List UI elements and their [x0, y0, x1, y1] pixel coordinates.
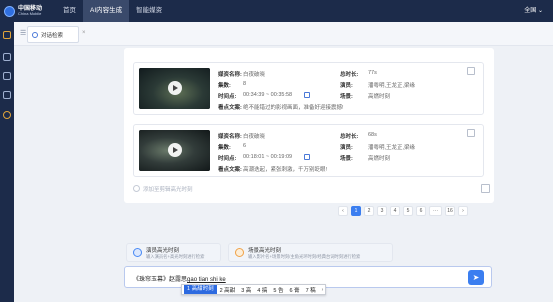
play-icon[interactable]	[168, 81, 182, 95]
tab-dialog-search[interactable]: 对话检索	[27, 26, 79, 43]
suggestion-scene-highlight[interactable]: 场景高光时刻 输入影片名+场景时刻/主角光环时刻/经典台词时刻进行检索	[228, 243, 393, 262]
brand-name-en: China Mobile	[18, 11, 42, 17]
chat-input-text[interactable]: 《珠帘玉幕》赵露思gao tian shi ke	[133, 274, 226, 283]
collapse-sidebar-icon[interactable]: ☰	[20, 29, 26, 37]
ime-next-page-icon[interactable]: ›	[319, 287, 324, 293]
episode-label: 集数:	[218, 83, 231, 89]
video-thumbnail[interactable]	[139, 130, 210, 171]
ime-candidate[interactable]: 6 膏	[286, 286, 302, 294]
select-checkbox[interactable]	[467, 129, 475, 137]
menu-icon[interactable]	[3, 31, 11, 39]
settings-icon[interactable]	[3, 111, 11, 119]
ime-candidate-bar: 1 高甜时刻 2 高甜 3 高 4 搞 5 告 6 膏 7 稿 ›	[181, 284, 327, 295]
nav-item-media-assets[interactable]: 智能媒资	[129, 0, 169, 22]
page-button[interactable]: 3	[377, 206, 387, 216]
time-value: 00:34:39 ~ 00:35:58	[243, 92, 293, 98]
media-card[interactable]: 媒资名称: 白夜破晓 集数: 6 时间点: 00:18:01 ~ 00:19:0…	[133, 124, 484, 177]
add-to-clip-row[interactable]: 添加至剪辑高光时刻	[133, 184, 490, 196]
video-thumbnail[interactable]	[139, 68, 210, 109]
actors-value: 潘粤明,王龙正,梁缘	[368, 83, 416, 89]
main-nav: 首页 AI内容生成 智能媒资	[56, 0, 169, 22]
pagination: ‹ 1 2 3 4 5 6 ··· 16 ›	[338, 206, 471, 217]
duration-label: 总时长:	[340, 134, 359, 140]
episode-value: 6	[243, 143, 247, 149]
title-value: 白夜破晓	[243, 134, 266, 140]
suggestion-title: 场景高光时刻	[248, 248, 282, 254]
page-button[interactable]: 16	[445, 206, 455, 216]
page-button[interactable]: 6	[416, 206, 426, 216]
page-ellipsis[interactable]: ···	[429, 206, 442, 216]
sidebar	[0, 22, 14, 302]
suggestion-actor-highlight[interactable]: 演员高光时刻 输入演员名+高光时刻进行检索	[126, 243, 221, 262]
title-value: 白夜破晓	[243, 72, 266, 78]
grid-icon[interactable]	[3, 91, 11, 99]
plus-circle-icon	[133, 185, 140, 192]
episode-value: 8	[243, 81, 247, 87]
page-button[interactable]: 5	[403, 206, 413, 216]
ime-candidate[interactable]: 4 搞	[254, 286, 270, 294]
time-label: 时间点:	[218, 156, 237, 162]
time-value: 00:18:01 ~ 00:19:09	[243, 154, 293, 160]
china-mobile-logo-icon	[4, 5, 15, 17]
page-button[interactable]: 4	[390, 206, 400, 216]
close-tab-icon[interactable]: ×	[82, 30, 86, 36]
ime-candidate[interactable]: 1 高甜时刻	[184, 285, 217, 294]
duration-value: 68s	[368, 132, 377, 138]
moon-icon	[235, 248, 244, 257]
highlight-label: 看点文案:	[218, 167, 242, 173]
scene-label: 场景:	[340, 156, 353, 162]
actors-value: 潘粤明,王龙正,梁缘	[368, 145, 416, 151]
top-navigation-bar: 中国移动 China Mobile 首页 AI内容生成 智能媒资 全国 ⌄	[0, 0, 553, 22]
suggestion-title: 演员高光时刻	[146, 248, 180, 254]
scene-value: 高燃时刻	[368, 156, 391, 162]
add-to-clip-label[interactable]: 添加至剪辑高光时刻	[143, 185, 193, 193]
page-button[interactable]: 2	[364, 206, 374, 216]
chat-icon	[32, 31, 38, 38]
title-label: 媒资名称:	[218, 72, 242, 78]
ime-candidate[interactable]: 5 告	[270, 286, 286, 294]
document-icon[interactable]	[3, 53, 11, 61]
next-page-button[interactable]: ›	[458, 206, 468, 216]
scene-value: 高燃时刻	[368, 94, 391, 100]
suggestion-desc: 输入演员名+高光时刻进行检索	[146, 254, 205, 259]
scene-label: 场景:	[340, 94, 353, 100]
episode-label: 集数:	[218, 145, 231, 151]
duration-label: 总时长:	[340, 72, 359, 78]
title-label: 媒资名称:	[218, 134, 242, 140]
nav-item-home[interactable]: 首页	[56, 0, 83, 22]
brand-logo: 中国移动 China Mobile	[4, 5, 56, 17]
nav-item-ai-content[interactable]: AI内容生成	[83, 0, 130, 22]
ime-candidate[interactable]: 7 稿	[303, 286, 319, 294]
select-checkbox[interactable]	[467, 67, 475, 75]
tab-bar: ☰ 对话检索 ×	[14, 22, 553, 46]
edit-icon[interactable]	[304, 92, 310, 98]
region-selector[interactable]: 全国 ⌄	[524, 0, 543, 22]
ime-candidate[interactable]: 3 高	[238, 286, 254, 294]
media-card[interactable]: 媒资名称: 白夜破晓 集数: 8 时间点: 00:34:39 ~ 00:35:5…	[133, 62, 484, 115]
tab-label: 对话检索	[41, 32, 64, 39]
prev-page-button[interactable]: ‹	[338, 206, 348, 216]
star-icon	[133, 248, 142, 257]
edit-icon[interactable]	[304, 154, 310, 160]
suggestion-desc: 输入影片名+场景时刻/主角光环时刻/经典台词时刻进行检索	[248, 254, 361, 259]
highlight-value: 高潮迭起，紧张刺激，千万别眨眼!	[243, 167, 328, 173]
duration-value: 77s	[368, 70, 377, 76]
time-label: 时间点:	[218, 94, 237, 100]
page-button[interactable]: 1	[351, 206, 361, 216]
ime-composing-text: gao tian shi ke	[187, 277, 226, 283]
folder-icon[interactable]	[3, 72, 11, 80]
play-icon[interactable]	[168, 143, 182, 157]
highlight-label: 看点文案:	[218, 105, 242, 111]
actors-label: 演员:	[340, 145, 353, 151]
actors-label: 演员:	[340, 83, 353, 89]
results-panel: 媒资名称: 白夜破晓 集数: 8 时间点: 00:34:39 ~ 00:35:5…	[124, 48, 494, 203]
ime-candidate[interactable]: 2 高甜	[217, 286, 239, 294]
paper-plane-icon[interactable]: ➤	[468, 270, 484, 285]
highlight-value: 绝不能错过的影视画面，准备好迎接震撼!	[243, 105, 344, 111]
select-all-checkbox[interactable]	[481, 184, 490, 193]
